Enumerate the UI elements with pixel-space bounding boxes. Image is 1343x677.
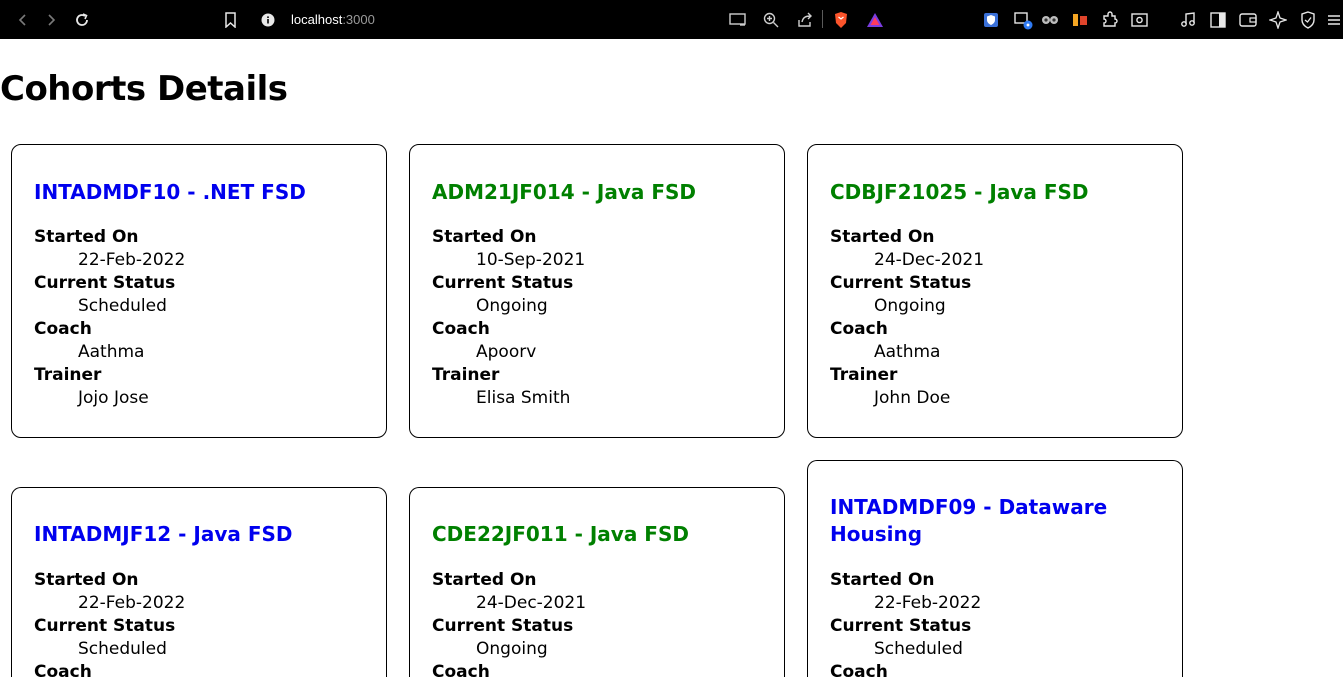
cohort-details: Started On 24-Dec-2021 Current Status On… bbox=[830, 226, 984, 410]
cohort-card: ADM21JF014 - Java FSD Started On 10-Sep-… bbox=[409, 144, 785, 438]
site-info-icon[interactable] bbox=[260, 0, 276, 39]
started-on-value: 22-Feb-2022 bbox=[874, 593, 982, 613]
leo-ai-icon[interactable] bbox=[1268, 0, 1288, 39]
started-on-value: 24-Dec-2021 bbox=[476, 593, 587, 613]
started-on-label: Started On bbox=[830, 227, 935, 247]
cohort-card: INTADMJF12 - Java FSD Started On 22-Feb-… bbox=[11, 487, 387, 677]
coach-label: Coach bbox=[830, 662, 888, 677]
cohort-card: CDE22JF011 - Java FSD Started On 24-Dec-… bbox=[409, 487, 785, 677]
cohort-card: CDBJF21025 - Java FSD Started On 24-Dec-… bbox=[807, 144, 1183, 438]
started-on-label: Started On bbox=[432, 570, 537, 590]
trainer-label: Trainer bbox=[432, 365, 500, 385]
started-on-value: 22-Feb-2022 bbox=[78, 250, 186, 270]
screenshot-icon[interactable] bbox=[1130, 0, 1150, 39]
cohort-details: Started On 22-Feb-2022 Current Status Sc… bbox=[34, 569, 185, 677]
address-bar[interactable]: localhost:3000 bbox=[291, 0, 375, 39]
current-status-label: Current Status bbox=[830, 273, 972, 293]
current-status-label: Current Status bbox=[34, 616, 176, 636]
coach-label: Coach bbox=[34, 662, 92, 677]
coach-label: Coach bbox=[432, 319, 490, 339]
cohort-details: Started On 22-Feb-2022 Current Status Sc… bbox=[830, 569, 981, 677]
back-icon[interactable] bbox=[12, 0, 34, 39]
cohort-card: INTADMDF09 - Dataware Housing Started On… bbox=[807, 460, 1183, 677]
cohort-title: INTADMDF09 - Dataware Housing bbox=[830, 495, 1108, 546]
current-status-label: Current Status bbox=[432, 616, 574, 636]
current-status-value: Scheduled bbox=[78, 639, 167, 659]
trainer-value: Elisa Smith bbox=[476, 388, 571, 408]
cohort-title: INTADMDF10 - .NET FSD bbox=[34, 180, 306, 204]
extension-bitwarden-icon[interactable] bbox=[981, 0, 1001, 39]
coach-value: Aathma bbox=[874, 342, 941, 362]
started-on-label: Started On bbox=[34, 227, 139, 247]
started-on-label: Started On bbox=[432, 227, 537, 247]
cohort-details: Started On 10-Sep-2021 Current Status On… bbox=[432, 226, 585, 410]
sidebar-toggle-icon[interactable] bbox=[1208, 0, 1228, 39]
started-on-label: Started On bbox=[34, 570, 139, 590]
cohort-details: Started On 24-Dec-2021 Current Status On… bbox=[432, 569, 586, 677]
current-status-value: Ongoing bbox=[476, 639, 548, 659]
reload-icon[interactable] bbox=[71, 0, 93, 39]
menu-icon[interactable] bbox=[1326, 0, 1342, 39]
extension-lighthouse-icon[interactable] bbox=[1070, 0, 1090, 39]
media-music-icon[interactable] bbox=[1178, 0, 1198, 39]
cohort-card: INTADMDF10 - .NET FSD Started On 22-Feb-… bbox=[11, 144, 387, 438]
cohort-details: Started On 22-Feb-2022 Current Status Sc… bbox=[34, 226, 185, 410]
brave-rewards-icon[interactable] bbox=[865, 0, 885, 39]
share-icon[interactable] bbox=[795, 0, 815, 39]
url-port: :3000 bbox=[342, 12, 375, 27]
coach-value: Apoorv bbox=[476, 342, 537, 362]
started-on-label: Started On bbox=[830, 570, 935, 590]
trainer-value: John Doe bbox=[874, 388, 951, 408]
page-title: Cohorts Details bbox=[0, 69, 288, 109]
wallet-icon[interactable] bbox=[1238, 0, 1258, 39]
coach-label: Coach bbox=[432, 662, 490, 677]
browser-toolbar: localhost:3000 bbox=[0, 0, 1343, 39]
trainer-label: Trainer bbox=[830, 365, 898, 385]
toolbar-separator bbox=[822, 10, 823, 28]
url-host: localhost bbox=[291, 12, 343, 27]
started-on-value: 22-Feb-2022 bbox=[78, 593, 186, 613]
brave-shield-icon[interactable] bbox=[831, 0, 851, 39]
cohort-title: CDBJF21025 - Java FSD bbox=[830, 180, 1089, 204]
current-status-value: Scheduled bbox=[874, 639, 963, 659]
current-status-label: Current Status bbox=[432, 273, 574, 293]
cohort-title: INTADMJF12 - Java FSD bbox=[34, 522, 293, 546]
coach-value: Aathma bbox=[78, 342, 145, 362]
bookmark-icon[interactable] bbox=[220, 0, 240, 39]
cast-icon[interactable] bbox=[728, 0, 748, 39]
cohort-title: CDE22JF011 - Java FSD bbox=[432, 522, 689, 546]
trainer-label: Trainer bbox=[34, 365, 102, 385]
current-status-value: Scheduled bbox=[78, 296, 167, 316]
trainer-value: Jojo Jose bbox=[78, 388, 149, 408]
coach-label: Coach bbox=[830, 319, 888, 339]
zoom-icon[interactable] bbox=[761, 0, 781, 39]
current-status-value: Ongoing bbox=[874, 296, 946, 316]
extensions-puzzle-icon[interactable] bbox=[1100, 0, 1120, 39]
cohort-title: ADM21JF014 - Java FSD bbox=[432, 180, 696, 204]
extension-owl-icon[interactable] bbox=[1040, 0, 1060, 39]
coach-label: Coach bbox=[34, 319, 92, 339]
current-status-label: Current Status bbox=[34, 273, 176, 293]
started-on-value: 10-Sep-2021 bbox=[476, 250, 586, 270]
current-status-label: Current Status bbox=[830, 616, 972, 636]
vpn-shield-icon[interactable] bbox=[1298, 0, 1318, 39]
started-on-value: 24-Dec-2021 bbox=[874, 250, 985, 270]
forward-icon[interactable] bbox=[40, 0, 62, 39]
current-status-value: Ongoing bbox=[476, 296, 548, 316]
extension-tab-manager-icon[interactable] bbox=[1011, 0, 1035, 39]
